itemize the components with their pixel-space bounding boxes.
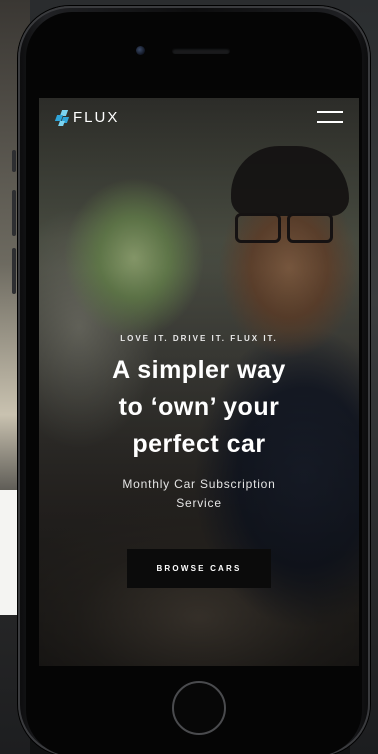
hero-tagline: LOVE IT. DRIVE IT. FLUX IT. bbox=[120, 334, 278, 343]
hero-headline: A simpler way to ‘own’ your perfect car bbox=[59, 352, 339, 463]
browse-cars-button[interactable]: BROWSE CARS bbox=[127, 549, 271, 588]
phone-mute-switch bbox=[12, 150, 16, 172]
hero-section: LOVE IT. DRIVE IT. FLUX IT. A simpler wa… bbox=[39, 98, 359, 666]
earpiece-speaker bbox=[172, 48, 230, 54]
mockup-scene: FLUX LOVE IT. DRIVE IT. FLUX IT. A simpl… bbox=[0, 0, 378, 754]
hero-headline-line-2: to ‘own’ your bbox=[118, 393, 280, 421]
hero-headline-line-1: A simpler way bbox=[112, 356, 286, 384]
front-camera bbox=[136, 46, 145, 55]
hero-subtitle: Monthly Car Subscription Service bbox=[84, 475, 314, 513]
hero-subtitle-line-1: Monthly Car Subscription bbox=[122, 477, 276, 491]
hero-subtitle-line-2: Service bbox=[176, 496, 222, 510]
hero-headline-line-3: perfect car bbox=[132, 430, 266, 458]
home-button[interactable] bbox=[172, 681, 226, 735]
phone-screen: FLUX LOVE IT. DRIVE IT. FLUX IT. A simpl… bbox=[39, 98, 359, 666]
phone-volume-up bbox=[12, 190, 16, 236]
phone-volume-down bbox=[12, 248, 16, 294]
